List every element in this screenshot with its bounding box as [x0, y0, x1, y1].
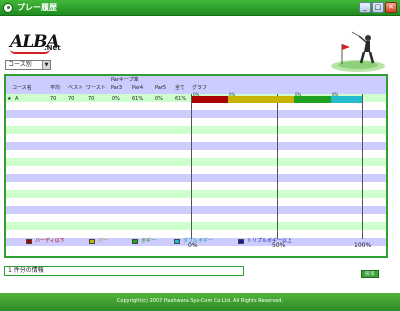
legend-triple-bogey: トリプルボギー以上 [238, 238, 292, 244]
bar-segment [192, 96, 228, 103]
close-button[interactable]: ✕ [385, 2, 397, 13]
chevron-down-icon[interactable]: ▼ [42, 61, 50, 69]
header-average[interactable]: 平均 [50, 85, 60, 91]
row-bar: 0% 0% 0% 0% [192, 76, 362, 116]
bar-segment-label: 0% [332, 92, 339, 97]
window-title: プレー履歴 [17, 3, 57, 12]
window-controls: _ □ ✕ [359, 2, 397, 13]
cell-worst: 70 [88, 96, 95, 102]
header-all[interactable]: 全て [175, 85, 185, 91]
cell-best: 70 [68, 96, 75, 102]
legend-label: ダブルボギー [183, 238, 214, 244]
header-best[interactable]: ベスト [68, 85, 83, 91]
legend-swatch [132, 238, 138, 244]
golfer-illustration [331, 31, 385, 72]
header-par-keep-rate: Parキープ率 [111, 77, 139, 83]
legend-birdie: バーディ以下 [26, 238, 65, 244]
cell-course: A [15, 96, 19, 102]
header-par5[interactable]: Par5 [155, 85, 166, 91]
bar-segment [331, 96, 362, 103]
cell-average: 70 [50, 96, 57, 102]
favorite-star-icon[interactable]: ★ [7, 96, 11, 102]
legend-double-bogey: ダブルボギー [174, 238, 213, 244]
footer-bar: Copyright(c) 2007 Hashwara Sys-Com Co.Lt… [0, 293, 400, 311]
legend-swatch [238, 238, 244, 244]
legend-label: バーディ以下 [35, 238, 65, 244]
back-button[interactable]: 戻る [361, 270, 379, 278]
maximize-button[interactable]: □ [372, 2, 384, 13]
bar-segment [294, 96, 331, 103]
header-course-name[interactable]: コース名 [12, 85, 32, 91]
axis-line-100 [362, 94, 363, 239]
cell-par3: 0% [112, 96, 120, 102]
bar-segment-label: 0% [229, 92, 236, 97]
app-icon [3, 3, 13, 13]
legend-bogey: ボギー [132, 238, 156, 244]
legend-label: ボギー [141, 238, 157, 244]
history-table-panel: コース名 平均 ベスト ワースト Parキープ率 Par3 Par4 Par5 … [4, 74, 388, 258]
legend-swatch [174, 238, 180, 244]
header-worst[interactable]: ワースト [86, 85, 106, 91]
course-filter-select[interactable]: コース別 ▼ [5, 60, 51, 70]
record-count-text: 1 件分の情報 [8, 267, 44, 274]
legend-swatch [89, 238, 95, 244]
bar-segment-label: 0% [193, 92, 200, 97]
alba-logo: ALBA .Net [10, 32, 68, 56]
header-par3[interactable]: Par3 [111, 85, 122, 91]
cell-par5: 0% [155, 96, 163, 102]
record-count-box: 1 件分の情報 [4, 266, 244, 276]
bar-segment-label: 0% [295, 92, 302, 97]
logo-swoosh [10, 49, 50, 54]
header-par4[interactable]: Par4 [132, 85, 143, 91]
cell-par4: 61% [132, 96, 144, 102]
bar-segment [228, 96, 294, 103]
title-bar: プレー履歴 _ □ ✕ [0, 0, 400, 16]
minimize-button[interactable]: _ [359, 2, 371, 13]
play-history-window: プレー履歴 _ □ ✕ ALBA .Net コース別 ▼ コース名 平均 ベスト… [0, 0, 400, 311]
legend-swatch [26, 238, 32, 244]
legend-label: トリプルボギー以上 [247, 238, 293, 244]
course-filter-value: コース別 [8, 61, 32, 68]
legend-par: パー [89, 238, 108, 244]
copyright-text: Copyright(c) 2007 Hashwara Sys-Com Co.Lt… [116, 298, 284, 304]
axis-label-100: 100% [354, 242, 372, 249]
legend-label: パー [98, 238, 109, 244]
score-distribution-graph: 0% 50% 100% [188, 94, 371, 256]
cell-all: 61% [175, 96, 187, 102]
